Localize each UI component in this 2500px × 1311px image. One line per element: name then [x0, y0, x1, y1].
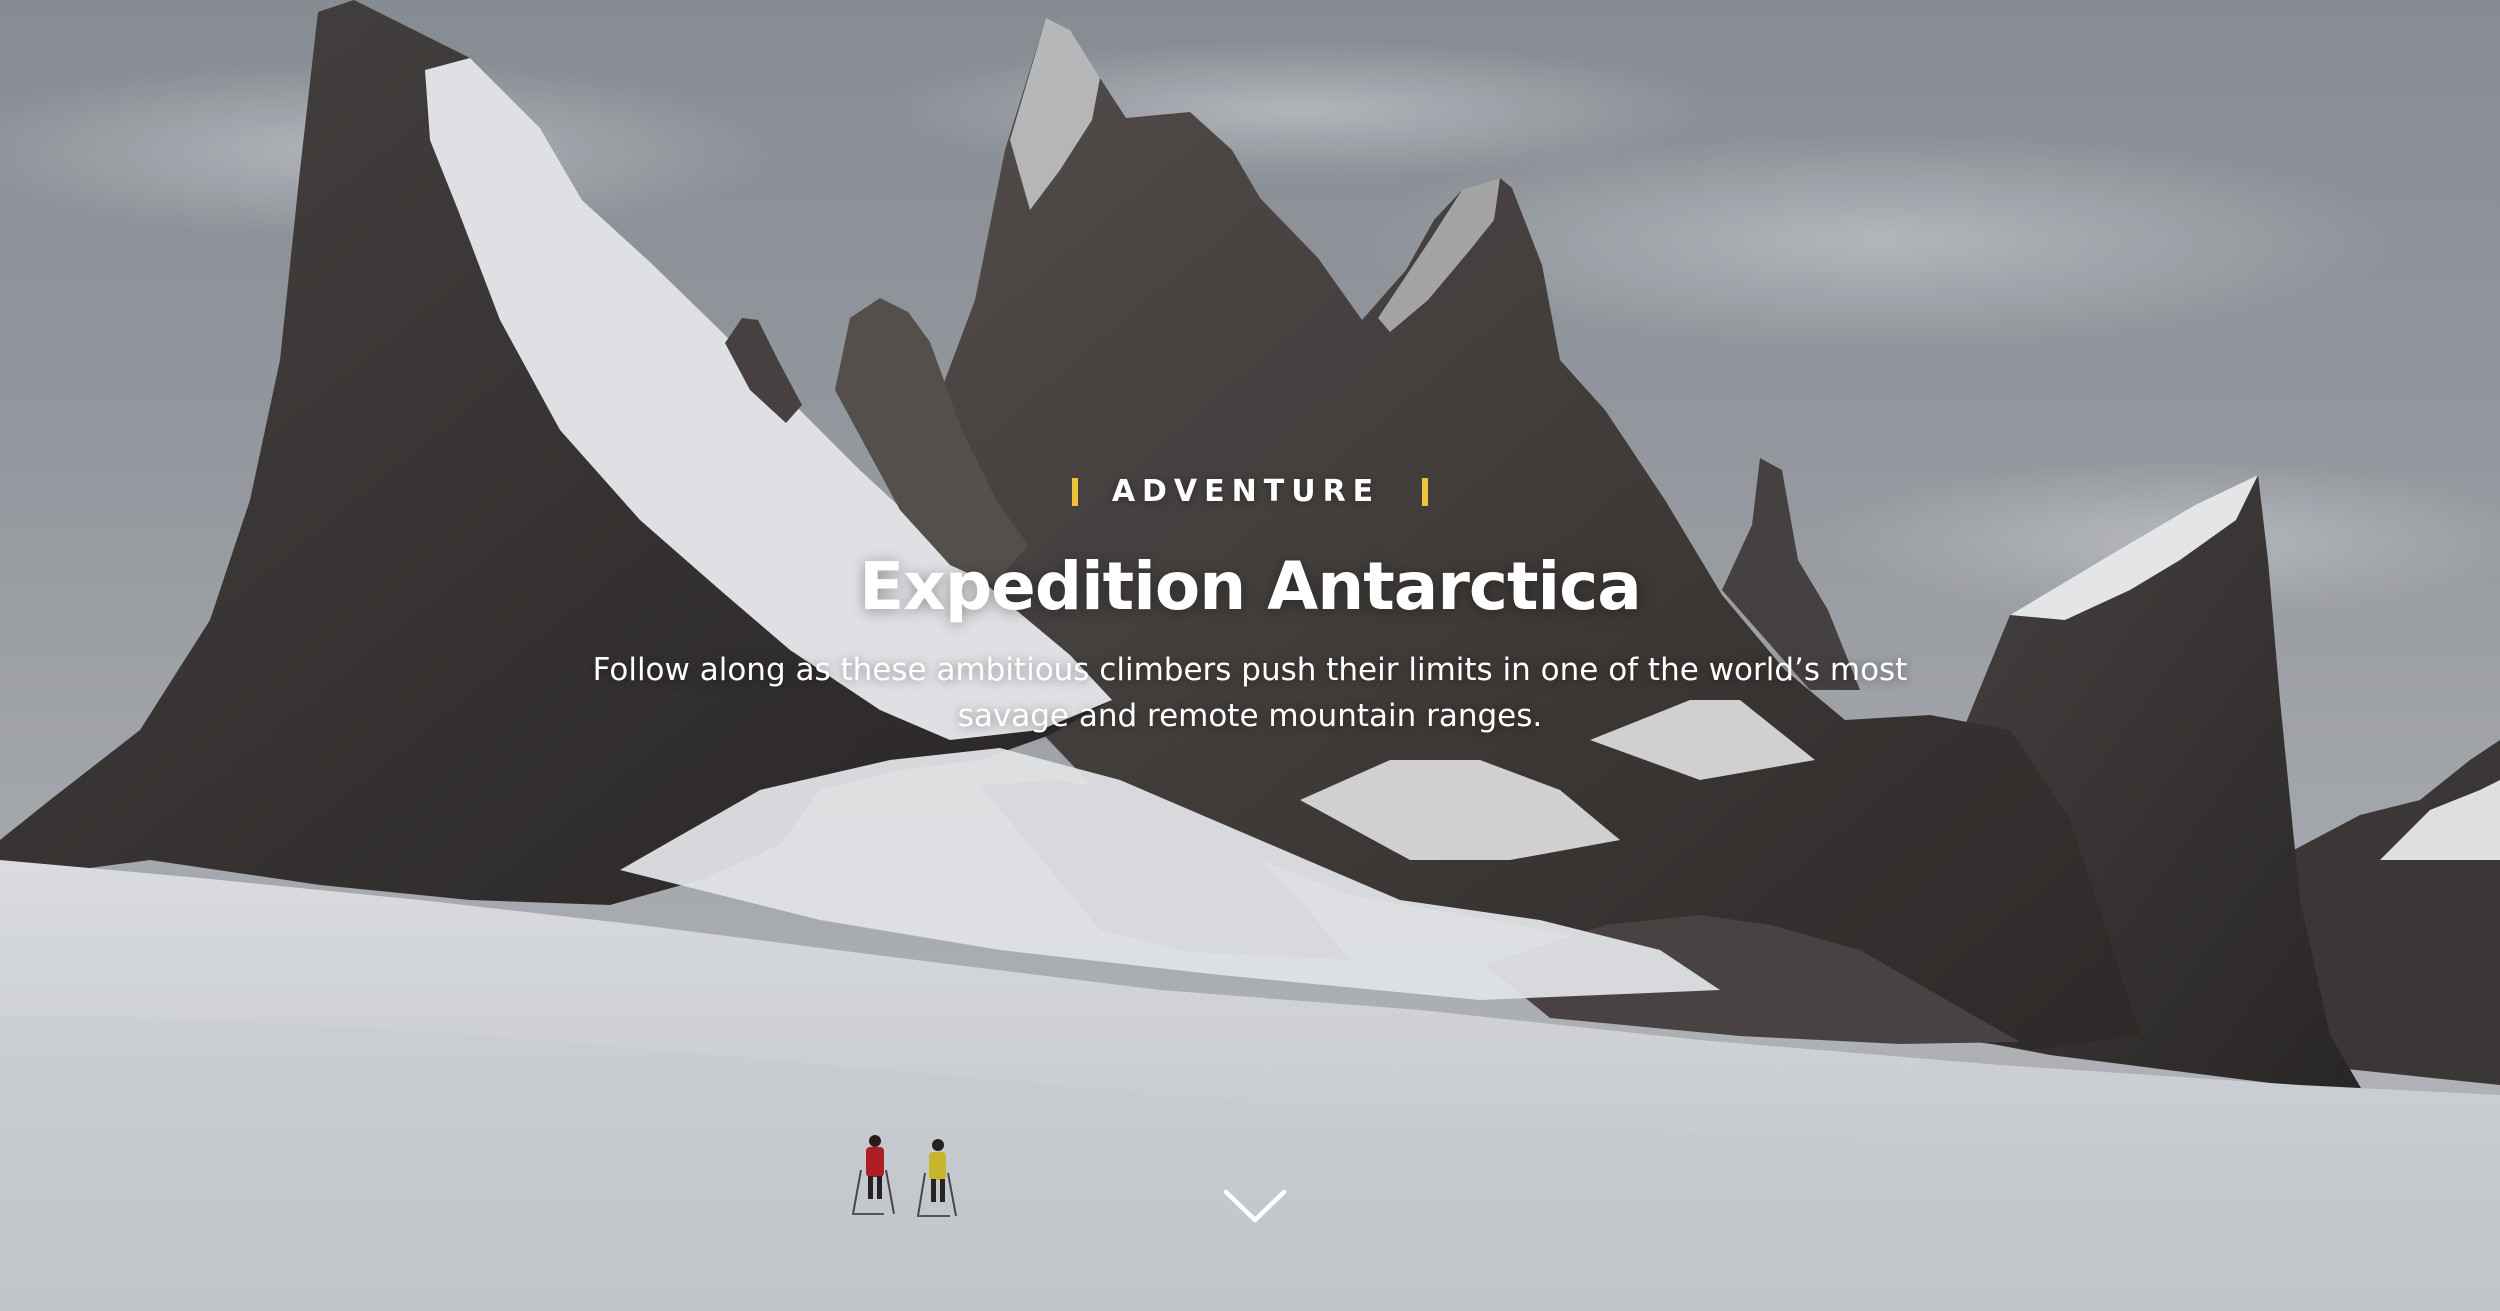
kicker-accent-right: [1422, 477, 1429, 506]
scroll-down-button[interactable]: [1218, 1182, 1292, 1230]
hero-description: Follow along as these ambitious climbers…: [592, 651, 1908, 735]
hero-section: ADVENTURE Expedition Antarctica Follow a…: [0, 0, 2500, 1311]
kicker-accent-left: [1071, 477, 1078, 506]
chevron-down-icon: [1223, 1189, 1287, 1223]
hero-headline-block: ADVENTURE Expedition Antarctica Follow a…: [0, 474, 2500, 740]
section-kicker: ADVENTURE: [1071, 474, 1429, 509]
page-title: Expedition Antarctica: [859, 547, 1642, 625]
kicker-label: ADVENTURE: [1111, 474, 1381, 509]
